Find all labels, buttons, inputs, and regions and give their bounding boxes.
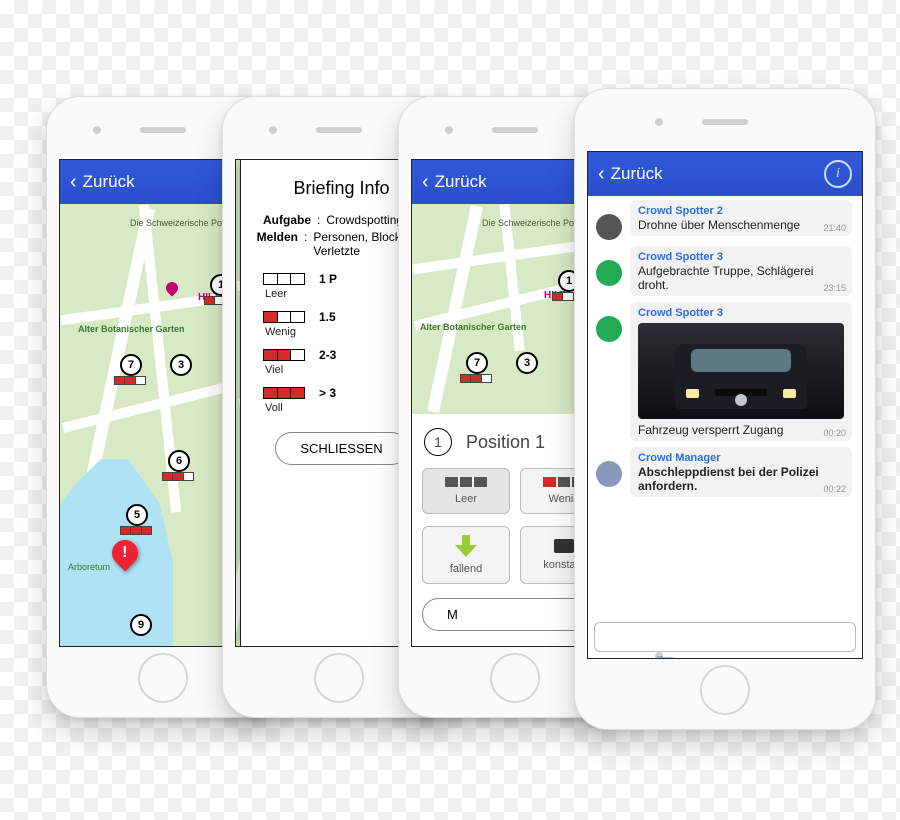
header: ‹ Zurück i — [588, 152, 862, 196]
map-marker[interactable]: 5 — [126, 504, 148, 526]
back-button[interactable]: Zurück — [83, 172, 135, 192]
poi-arboretum-label: Arboretum — [68, 562, 110, 572]
info-icon[interactable]: i — [824, 160, 852, 188]
briefing-close-button[interactable]: SCHLIESSEN — [275, 432, 407, 465]
chat-message: Crowd Spotter 2 Drohne über Menschenmeng… — [588, 196, 862, 242]
chat-message: Crowd Spotter 3 Aufgebrachte Truppe, Sch… — [588, 242, 862, 298]
density-leer-button[interactable]: Leer — [422, 468, 510, 514]
position-label: Position 1 — [466, 432, 545, 453]
map-marker[interactable]: 9 — [130, 614, 152, 636]
camera-icon[interactable]: 📷 — [655, 652, 663, 659]
task-label: Aufgabe — [255, 213, 311, 227]
map-pin-icon — [164, 280, 181, 297]
phone-chat: ‹ Zurück i Crowd Spotter 2 Drohne über M… — [574, 88, 876, 730]
avatar — [596, 214, 622, 240]
back-chevron-icon[interactable]: ‹ — [422, 172, 429, 192]
back-chevron-icon[interactable]: ‹ — [70, 172, 77, 192]
chat-scroll[interactable]: Crowd Spotter 2 Drohne über Menschenmeng… — [588, 196, 862, 620]
chat-message: Crowd Manager Abschleppdienst bei der Po… — [588, 443, 862, 499]
video-icon — [554, 539, 574, 553]
task-value: Crowdspotting — [326, 213, 403, 227]
map-marker[interactable]: 7 — [120, 354, 142, 376]
back-button[interactable]: Zurück — [611, 164, 663, 184]
report-label: Melden — [255, 230, 298, 258]
avatar — [596, 260, 622, 286]
back-button[interactable]: Zurück — [435, 172, 487, 192]
map-marker[interactable]: 3 — [170, 354, 192, 376]
back-chevron-icon[interactable]: ‹ — [598, 164, 605, 184]
arrow-down-icon — [455, 535, 477, 557]
chat-message: Crowd Spotter 3 Fahrzeug versperrt Zugan… — [588, 298, 862, 443]
avatar — [596, 461, 622, 487]
avatar — [596, 316, 622, 342]
map-marker[interactable]: 6 — [168, 450, 190, 472]
screen-chat: ‹ Zurück i Crowd Spotter 2 Drohne über M… — [587, 151, 863, 659]
trend-fallend-button[interactable]: fallend — [422, 526, 510, 584]
position-number: 1 — [424, 428, 452, 456]
chat-photo[interactable] — [638, 323, 844, 419]
poi-garten-label: Alter Botanischer Garten — [78, 324, 185, 334]
chat-input[interactable]: 📷 — [594, 622, 856, 652]
poi-post-label: Die Schweizerische Post — [130, 218, 229, 228]
